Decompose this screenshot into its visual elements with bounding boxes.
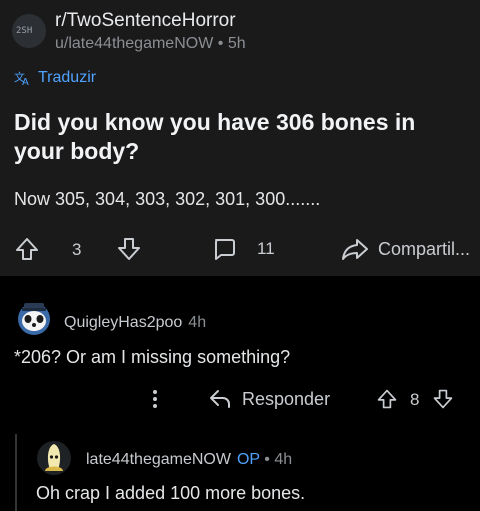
comment2-meta: late44thegameNOW OP • 4h [86,451,292,469]
post-comments-button[interactable]: 11 [211,236,275,262]
post-card: 2SH r/TwoSentenceHorror u/late44thegameN… [0,0,480,276]
comment-bubble-icon [215,239,235,260]
subreddit-avatar[interactable]: 2SH [12,14,46,48]
post-upvote-button[interactable] [14,236,40,262]
late44-avatar[interactable] [34,438,74,478]
translate-button[interactable]: 文 A Traduzir [14,69,96,87]
post-actions: 3 11 Compartil... [0,226,480,270]
post-body: Now 305, 304, 303, 302, 301, 300....... [14,189,321,209]
meta-separator: • [264,451,270,468]
quigley-avatar[interactable] [14,298,54,338]
svg-text:A: A [22,77,29,86]
comment2-age: 4h [274,451,293,468]
comment1-reply-button[interactable]: Responder [208,388,330,410]
share-label: Compartil... [378,238,471,259]
comment1-downvote-button[interactable] [432,388,454,410]
post-title[interactable]: Did you know you have 306 bones in your … [14,108,454,166]
comment1-more-button[interactable] [148,386,162,412]
translate-icon: 文 A [14,70,29,86]
comment1-actions: Responder 8 [0,384,480,414]
downvote-arrow-icon [118,238,140,260]
comment1-body: *206? Or am I missing something? [14,347,291,367]
comment2-body: Oh crap I added 100 more bones. [36,483,306,503]
op-badge: OP [236,451,260,468]
comment1-score: 8 [410,390,420,409]
upvote-arrow-icon [16,238,38,260]
reply-label: Responder [242,388,331,409]
subreddit-name[interactable]: r/TwoSentenceHorror [55,10,236,32]
downvote-arrow-icon [433,389,453,409]
comment1-meta: QuigleyHas2poo 4h [64,314,206,332]
translate-label: Traduzir [38,69,97,86]
comment1-upvote-button[interactable] [376,388,398,410]
reply-arrow-icon [210,390,230,408]
comment1-username[interactable]: QuigleyHas2poo [64,314,182,331]
share-arrow-icon [342,239,368,260]
post-score: 3 [72,240,82,259]
comment1-age: 4h [188,314,207,331]
upvote-arrow-icon [377,389,397,409]
post-share-button[interactable]: Compartil... [340,236,470,262]
post-meta: u/late44thegameNOW • 5h [55,35,246,53]
meta-separator: • [217,35,224,52]
post-downvote-button[interactable] [116,236,142,262]
comment2-username[interactable]: late44thegameNOW [86,451,231,468]
more-vertical-icon [153,390,157,408]
thread-line[interactable] [15,434,17,511]
post-age: 5h [227,35,246,52]
subreddit-avatar-text: 2SH [16,26,33,36]
post-comment-count: 11 [257,239,275,258]
post-author[interactable]: u/late44thegameNOW [55,35,213,52]
